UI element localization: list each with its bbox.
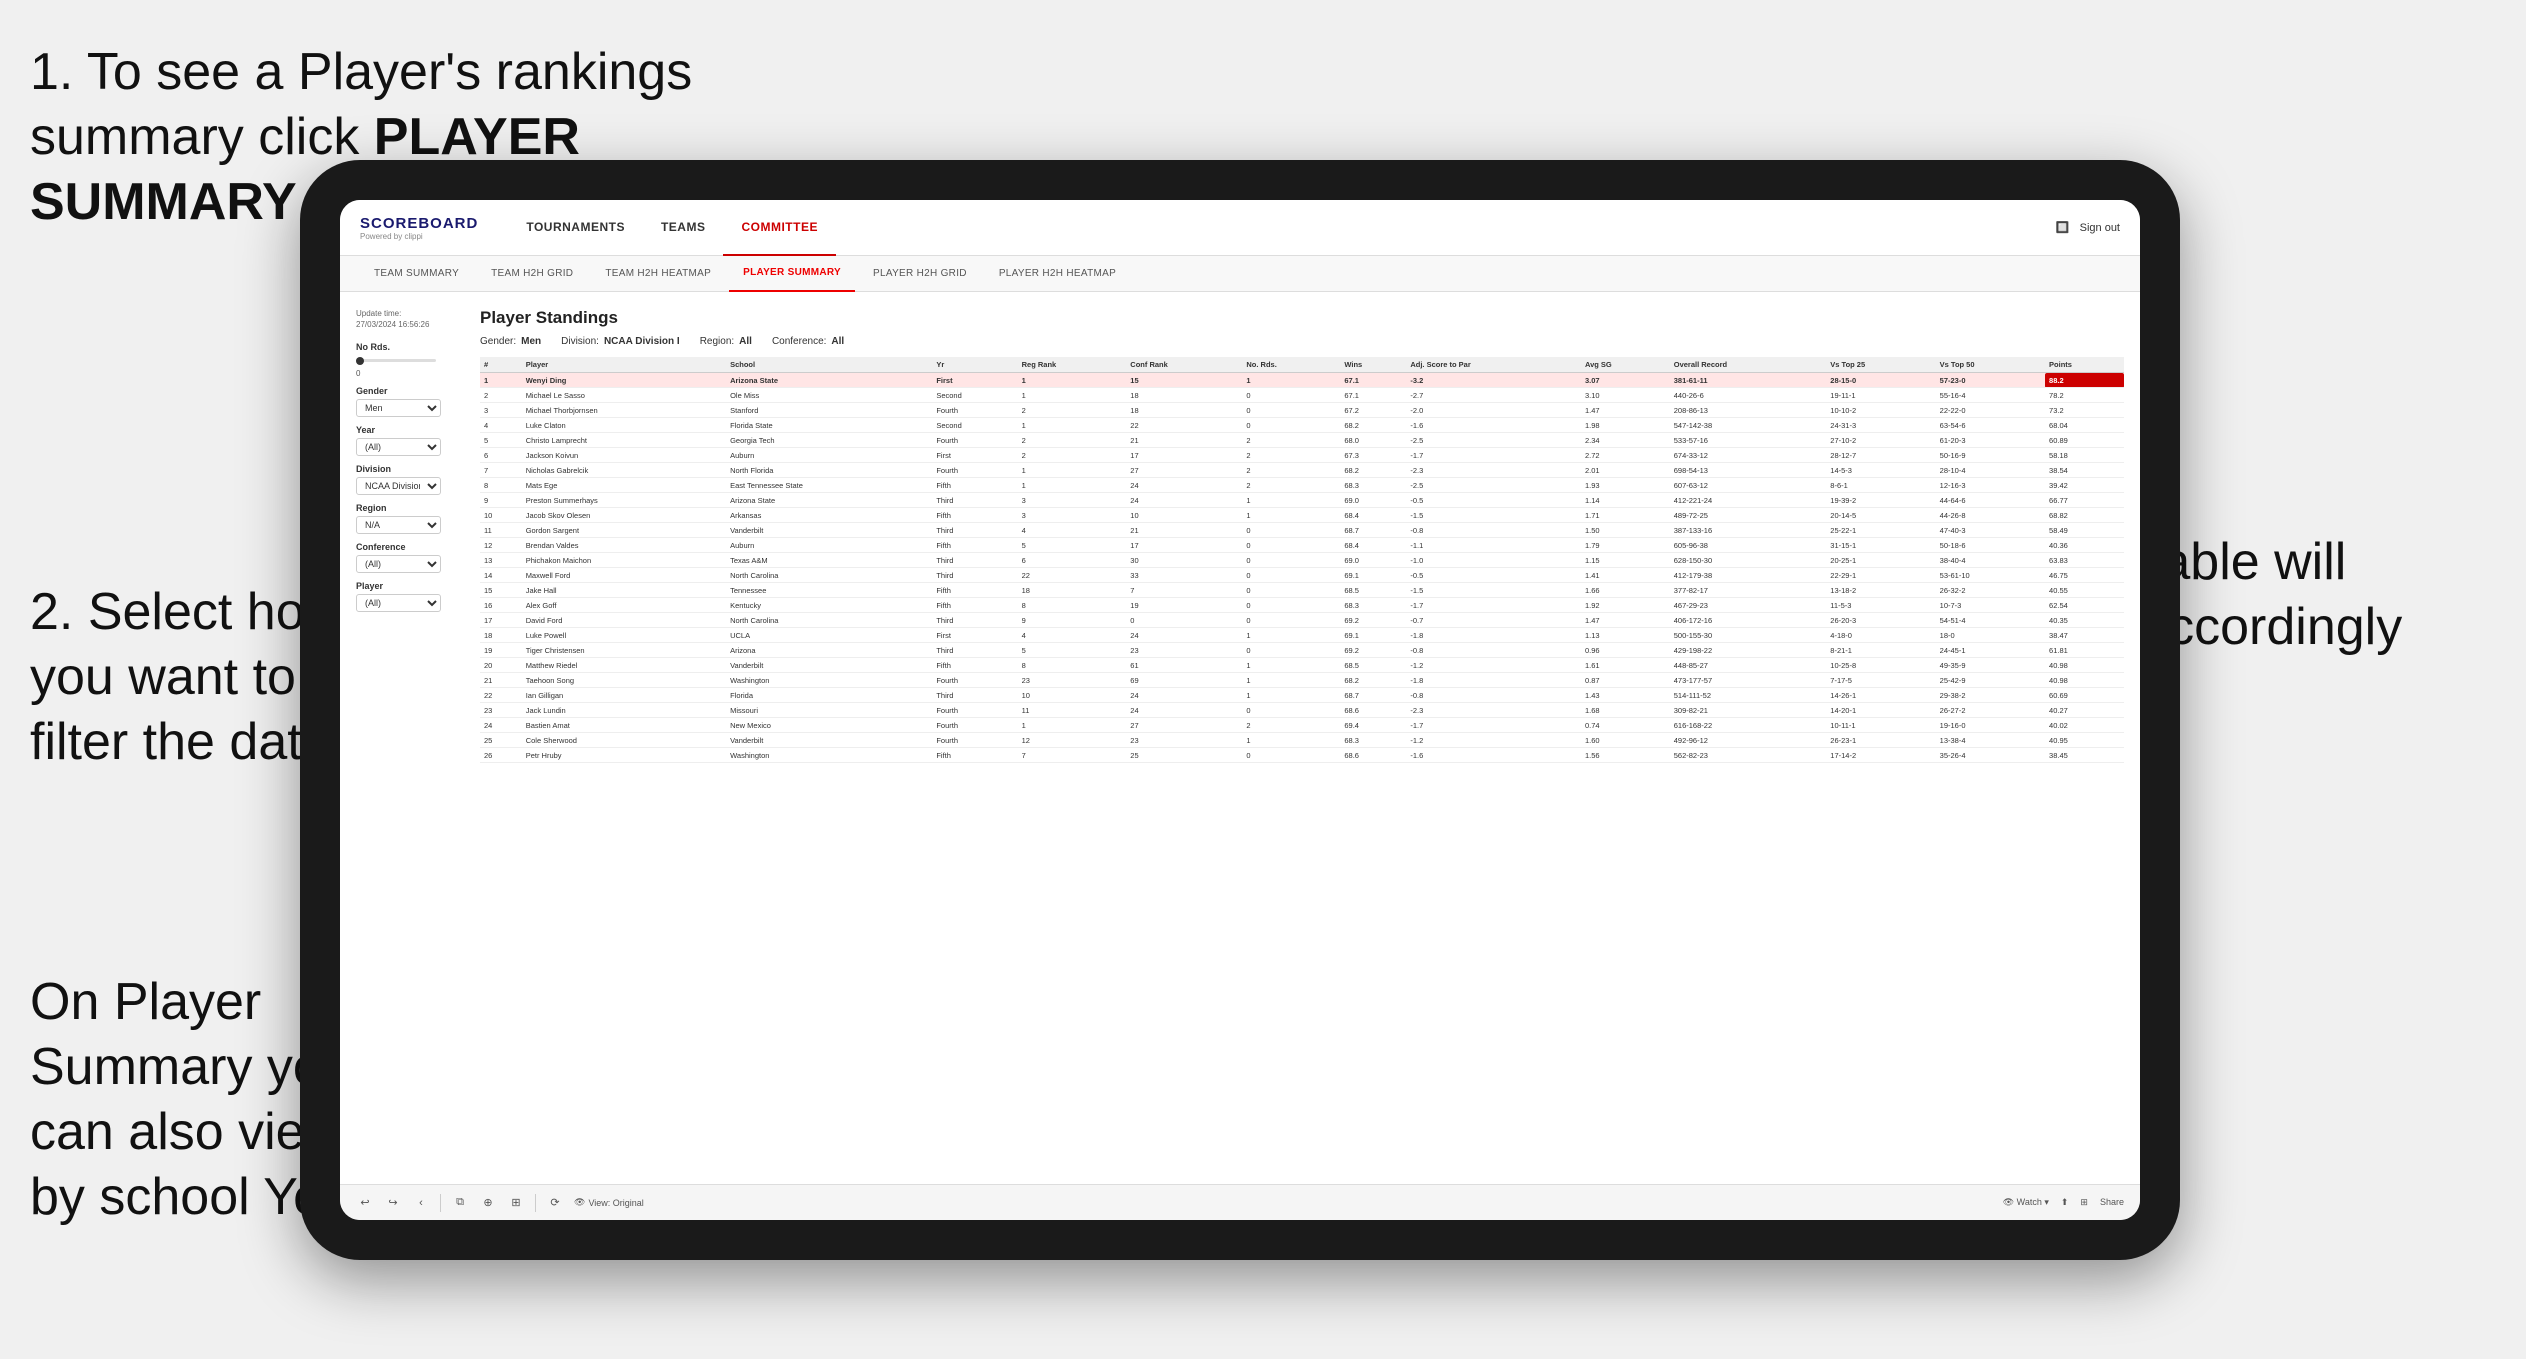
table-row[interactable]: 3Michael ThorbjornsenStanfordFourth21806… — [480, 403, 2124, 418]
subnav-team-h2h-grid[interactable]: TEAM H2H GRID — [477, 256, 587, 292]
filter-group-region: Region: All — [700, 336, 752, 347]
watch-btn[interactable]: 👁 Watch ▾ — [2003, 1197, 2049, 1208]
table-row[interactable]: 22Ian GilliganFloridaThird1024168.7-0.81… — [480, 688, 2124, 703]
table-row[interactable]: 13Phichakon MaichonTexas A&MThird630069.… — [480, 553, 2124, 568]
table-row[interactable]: 24Bastien AmatNew MexicoFourth127269.4-1… — [480, 718, 2124, 733]
view-original-btn[interactable]: 👁 View: Original — [574, 1197, 644, 1208]
col-conf-rank[interactable]: Conf Rank — [1126, 357, 1242, 373]
table-row[interactable]: 1Wenyi DingArizona StateFirst115167.1-3.… — [480, 373, 2124, 388]
filter-group-conference: Conference: All — [772, 336, 844, 347]
paste-icon[interactable]: ⊕ — [479, 1194, 497, 1212]
table-row[interactable]: 20Matthew RiedelVanderbiltFifth861168.5-… — [480, 658, 2124, 673]
table-row[interactable]: 18Luke PowellUCLAFirst424169.1-1.81.1350… — [480, 628, 2124, 643]
col-rank[interactable]: # — [480, 357, 522, 373]
subnav-team-summary[interactable]: TEAM SUMMARY — [360, 256, 473, 292]
col-avg-sg[interactable]: Avg SG — [1581, 357, 1670, 373]
filter-division: Division NCAA Division I — [356, 464, 466, 495]
table-row[interactable]: 4Luke ClatonFlorida StateSecond122068.2-… — [480, 418, 2124, 433]
table-row[interactable]: 17David FordNorth CarolinaThird90069.2-0… — [480, 613, 2124, 628]
table-row[interactable]: 23Jack LundinMissouriFourth1124068.6-2.3… — [480, 703, 2124, 718]
tablet-screen: SCOREBOARD Powered by clippi TOURNAMENTS… — [340, 200, 2140, 1220]
nav-committee[interactable]: COMMITTEE — [723, 200, 836, 256]
table-row[interactable]: 25Cole SherwoodVanderbiltFourth1223168.3… — [480, 733, 2124, 748]
col-yr[interactable]: Yr — [932, 357, 1017, 373]
subnav-player-summary[interactable]: PLAYER SUMMARY — [729, 256, 855, 292]
rds-slider[interactable] — [356, 359, 436, 362]
filter-group-division: Division: NCAA Division I — [561, 336, 680, 347]
nav-bar: SCOREBOARD Powered by clippi TOURNAMENTS… — [340, 200, 2140, 256]
export-icon[interactable]: ⬆ — [2061, 1197, 2069, 1208]
refresh-icon[interactable]: ⟳ — [546, 1194, 564, 1212]
bottom-toolbar: ↩ ↪ ‹ ⧉ ⊕ ⊞ ⟳ 👁 View: Original 👁 Watch ▾… — [340, 1184, 2140, 1220]
col-vs50[interactable]: Vs Top 50 — [1936, 357, 2045, 373]
table-row[interactable]: 7Nicholas GabrelcikNorth FloridaFourth12… — [480, 463, 2124, 478]
division-select[interactable]: NCAA Division I — [356, 477, 441, 495]
table-title: Player Standings — [480, 308, 2124, 328]
year-select[interactable]: (All) — [356, 438, 441, 456]
nav-teams[interactable]: TEAMS — [643, 200, 724, 256]
filters-row: Gender: Men Division: NCAA Division I Re… — [480, 336, 2124, 347]
table-row[interactable]: 2Michael Le SassoOle MissSecond118067.1-… — [480, 388, 2124, 403]
table-area: Player Standings Gender: Men Division: N… — [480, 308, 2124, 1168]
col-points[interactable]: Points — [2045, 357, 2124, 373]
nav-tournaments[interactable]: TOURNAMENTS — [508, 200, 643, 256]
sub-nav: TEAM SUMMARY TEAM H2H GRID TEAM H2H HEAT… — [340, 256, 2140, 292]
subnav-team-h2h-heatmap[interactable]: TEAM H2H HEATMAP — [591, 256, 725, 292]
table-row[interactable]: 26Petr HrubyWashingtonFifth725068.6-1.61… — [480, 748, 2124, 763]
update-time: Update time: 27/03/2024 16:56:26 — [356, 308, 466, 330]
col-reg-rank[interactable]: Reg Rank — [1018, 357, 1127, 373]
table-row[interactable]: 10Jacob Skov OlesenArkansasFifth310168.4… — [480, 508, 2124, 523]
filters-panel: Update time: 27/03/2024 16:56:26 No Rds.… — [356, 308, 466, 1168]
table-row[interactable]: 19Tiger ChristensenArizonaThird523069.2-… — [480, 643, 2124, 658]
nav-right: 🔲 Sign out — [2056, 221, 2120, 234]
table-row[interactable]: 14Maxwell FordNorth CarolinaThird2233069… — [480, 568, 2124, 583]
main-content: Update time: 27/03/2024 16:56:26 No Rds.… — [340, 292, 2140, 1184]
share-btn[interactable]: Share — [2100, 1197, 2124, 1208]
toolbar-divider-2 — [535, 1194, 536, 1212]
filter-region: Region N/A — [356, 503, 466, 534]
toolbar-divider-1 — [440, 1194, 441, 1212]
table-row[interactable]: 5Christo LamprechtGeorgia TechFourth2212… — [480, 433, 2124, 448]
grid-icon[interactable]: ⊞ — [507, 1194, 525, 1212]
conference-select[interactable]: (All) — [356, 555, 441, 573]
col-player[interactable]: Player — [522, 357, 726, 373]
table-row[interactable]: 12Brendan ValdesAuburnFifth517068.4-1.11… — [480, 538, 2124, 553]
region-select[interactable]: N/A — [356, 516, 441, 534]
table-row[interactable]: 9Preston SummerhaysArizona StateThird324… — [480, 493, 2124, 508]
col-adj[interactable]: Adj. Score to Par — [1406, 357, 1581, 373]
filter-group-gender: Gender: Men — [480, 336, 541, 347]
copy-icon[interactable]: ⧉ — [451, 1194, 469, 1212]
logo: SCOREBOARD Powered by clippi — [360, 215, 478, 241]
table-row[interactable]: 16Alex GoffKentuckyFifth819068.3-1.71.92… — [480, 598, 2124, 613]
toolbar-right: 👁 Watch ▾ ⬆ ⊞ Share — [2003, 1197, 2124, 1208]
nav-items: TOURNAMENTS TEAMS COMMITTEE — [508, 200, 2056, 256]
redo-icon[interactable]: ↪ — [384, 1194, 402, 1212]
table-row[interactable]: 15Jake HallTennesseeFifth187068.5-1.51.6… — [480, 583, 2124, 598]
col-record[interactable]: Overall Record — [1670, 357, 1827, 373]
table-scroll[interactable]: # Player School Yr Reg Rank Conf Rank No… — [480, 357, 2124, 1168]
tablet: SCOREBOARD Powered by clippi TOURNAMENTS… — [300, 160, 2180, 1260]
undo-icon[interactable]: ↩ — [356, 1194, 374, 1212]
filter-year: Year (All) — [356, 425, 466, 456]
table-row[interactable]: 11Gordon SargentVanderbiltThird421068.7-… — [480, 523, 2124, 538]
filter-player: Player (All) — [356, 581, 466, 612]
table-row[interactable]: 6Jackson KoivunAuburnFirst217267.3-1.72.… — [480, 448, 2124, 463]
filter-no-rds: No Rds. 0 — [356, 342, 466, 378]
subnav-player-h2h-heatmap[interactable]: PLAYER H2H HEATMAP — [985, 256, 1130, 292]
player-select[interactable]: (All) — [356, 594, 441, 612]
back-icon[interactable]: ‹ — [412, 1194, 430, 1212]
col-rds[interactable]: No. Rds. — [1242, 357, 1340, 373]
table-row[interactable]: 21Taehoon SongWashingtonFourth2369168.2-… — [480, 673, 2124, 688]
filter-conference: Conference (All) — [356, 542, 466, 573]
player-standings-table: # Player School Yr Reg Rank Conf Rank No… — [480, 357, 2124, 763]
col-vs25[interactable]: Vs Top 25 — [1826, 357, 1935, 373]
col-wins[interactable]: Wins — [1340, 357, 1406, 373]
grid-view-icon[interactable]: ⊞ — [2080, 1197, 2088, 1208]
gender-select[interactable]: Men — [356, 399, 441, 417]
col-school[interactable]: School — [726, 357, 932, 373]
filter-gender: Gender Men — [356, 386, 466, 417]
subnav-player-h2h-grid[interactable]: PLAYER H2H GRID — [859, 256, 981, 292]
table-row[interactable]: 8Mats EgeEast Tennessee StateFifth124268… — [480, 478, 2124, 493]
